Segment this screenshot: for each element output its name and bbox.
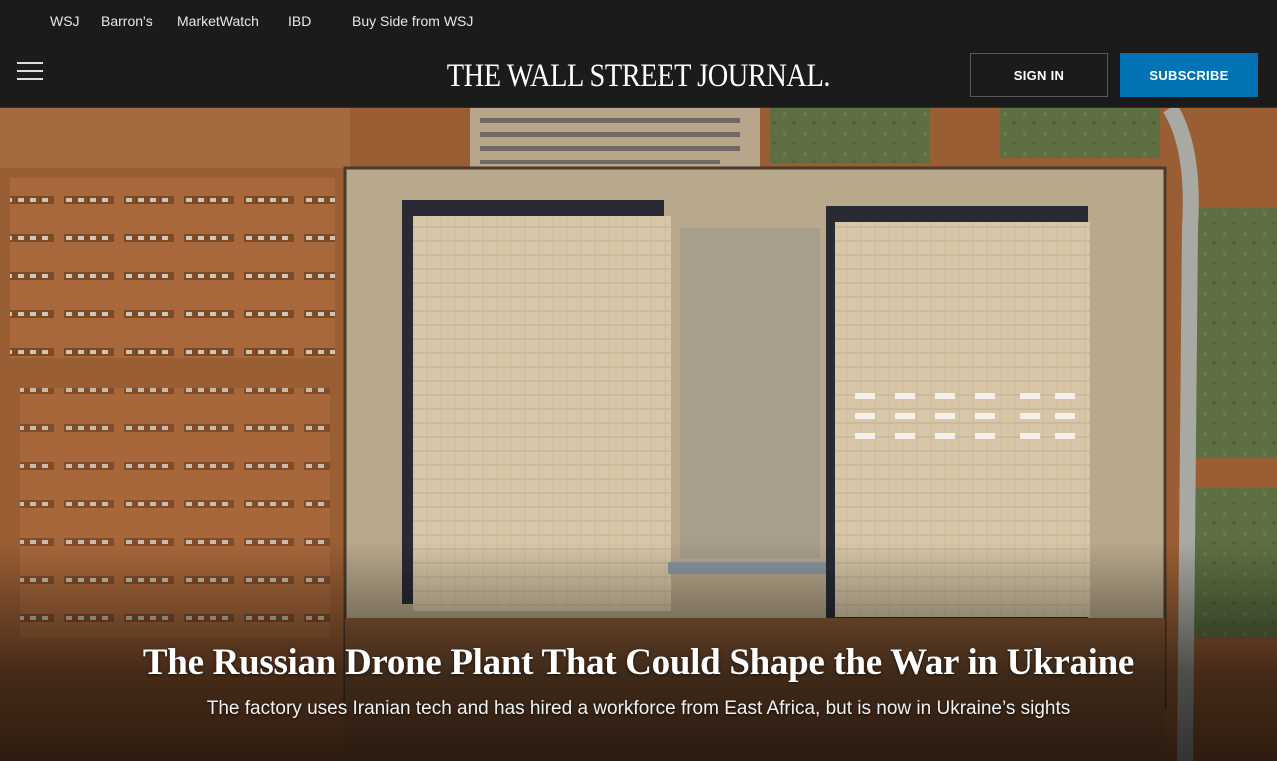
article-dek[interactable]: The factory uses Iranian tech and has hi…: [0, 698, 1277, 720]
nav-link-ibd[interactable]: IBD: [288, 13, 311, 29]
subscribe-button[interactable]: SUBSCRIBE: [1120, 53, 1258, 97]
masthead: THE WALL STREET JOURNAL. SIGN IN SUBSCRI…: [0, 44, 1277, 108]
hamburger-menu-icon[interactable]: [17, 61, 43, 81]
nav-link-barrons[interactable]: Barron's: [101, 13, 153, 29]
network-bar: WSJ Barron's MarketWatch IBD Buy Side fr…: [0, 0, 1277, 44]
sign-in-button[interactable]: SIGN IN: [970, 53, 1108, 97]
article-headline[interactable]: The Russian Drone Plant That Could Shape…: [0, 641, 1277, 684]
nav-link-buy-side[interactable]: Buy Side from WSJ: [352, 13, 473, 29]
hero-article[interactable]: The Russian Drone Plant That Could Shape…: [0, 108, 1277, 761]
nav-link-marketwatch[interactable]: MarketWatch: [177, 13, 259, 29]
nav-link-wsj[interactable]: WSJ: [50, 13, 80, 29]
